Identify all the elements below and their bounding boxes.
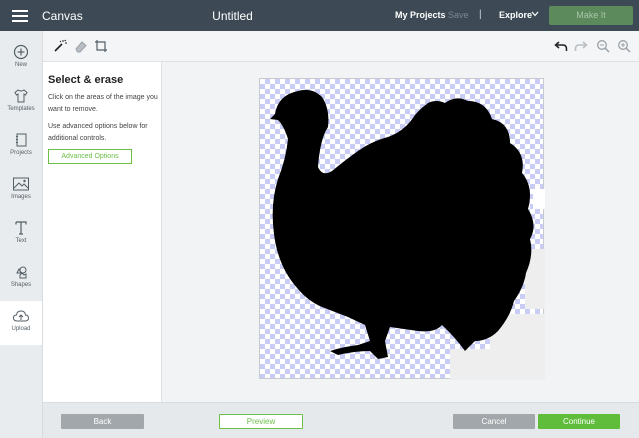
left-nav: New Templates Projects Images Text Shape… — [0, 31, 43, 438]
cancel-button[interactable]: Cancel — [453, 414, 535, 429]
explore-link[interactable]: Explore — [499, 10, 532, 20]
sidebar-item-label: Images — [11, 194, 31, 200]
uploaded-image[interactable] — [259, 78, 545, 380]
sidebar-item-upload[interactable]: Upload — [0, 301, 42, 345]
cloud-upload-icon — [12, 310, 30, 322]
sidebar-item-label: Templates — [7, 106, 35, 112]
shapes-icon — [16, 266, 27, 279]
my-projects-link[interactable]: My Projects — [395, 10, 446, 20]
notebook-icon — [16, 133, 27, 147]
select-erase-panel: Select & erase Click on the areas of the… — [43, 62, 162, 402]
sidebar-item-label: New — [14, 62, 27, 68]
save-link[interactable]: Save — [448, 10, 469, 20]
panel-title: Select & erase — [48, 74, 124, 86]
bottom-bar: Back Preview Cancel Continue — [43, 402, 639, 438]
crop-icon[interactable] — [94, 39, 108, 53]
canvas-area[interactable] — [162, 62, 639, 402]
eraser-icon[interactable] — [74, 39, 88, 53]
text-icon — [15, 221, 27, 235]
tool-row — [43, 31, 639, 62]
sidebar-item-label: Text — [15, 238, 27, 244]
back-button[interactable]: Back — [61, 414, 144, 429]
sidebar-item-projects[interactable]: Projects — [0, 125, 42, 169]
preview-button[interactable]: Preview — [219, 414, 303, 429]
panel-advanced-hint: Use advanced options below for additiona… — [48, 123, 148, 142]
plus-circle-icon — [13, 44, 29, 60]
sidebar-item-label: Projects — [10, 150, 32, 156]
sidebar-item-text[interactable]: Text — [0, 213, 42, 257]
sidebar-item-new[interactable]: New — [0, 37, 42, 81]
redo-icon[interactable] — [574, 39, 588, 53]
sidebar-item-shapes[interactable]: Shapes — [0, 257, 42, 301]
make-it-button[interactable]: Make It — [549, 6, 633, 25]
top-bar: Canvas Untitled My Projects Save | Explo… — [0, 0, 639, 31]
panel-instructions: Click on the areas of the image you want… — [48, 94, 158, 113]
sidebar-item-label: Upload — [11, 326, 31, 332]
continue-button[interactable]: Continue — [538, 414, 620, 429]
magic-wand-icon[interactable] — [53, 39, 67, 53]
advanced-options-button[interactable]: Advanced Options — [48, 149, 132, 164]
zoom-out-icon[interactable] — [596, 39, 610, 53]
image-icon — [13, 177, 29, 191]
sidebar-item-label: Shapes — [10, 282, 32, 288]
tshirt-icon — [14, 89, 28, 103]
chevron-down-icon[interactable] — [530, 9, 540, 19]
undo-icon[interactable] — [554, 39, 568, 53]
header-divider: | — [479, 9, 482, 20]
sidebar-item-images[interactable]: Images — [0, 169, 42, 213]
zoom-in-icon[interactable] — [617, 39, 631, 53]
turkey-silhouette[interactable] — [260, 79, 545, 380]
sidebar-item-templates[interactable]: Templates — [0, 81, 42, 125]
